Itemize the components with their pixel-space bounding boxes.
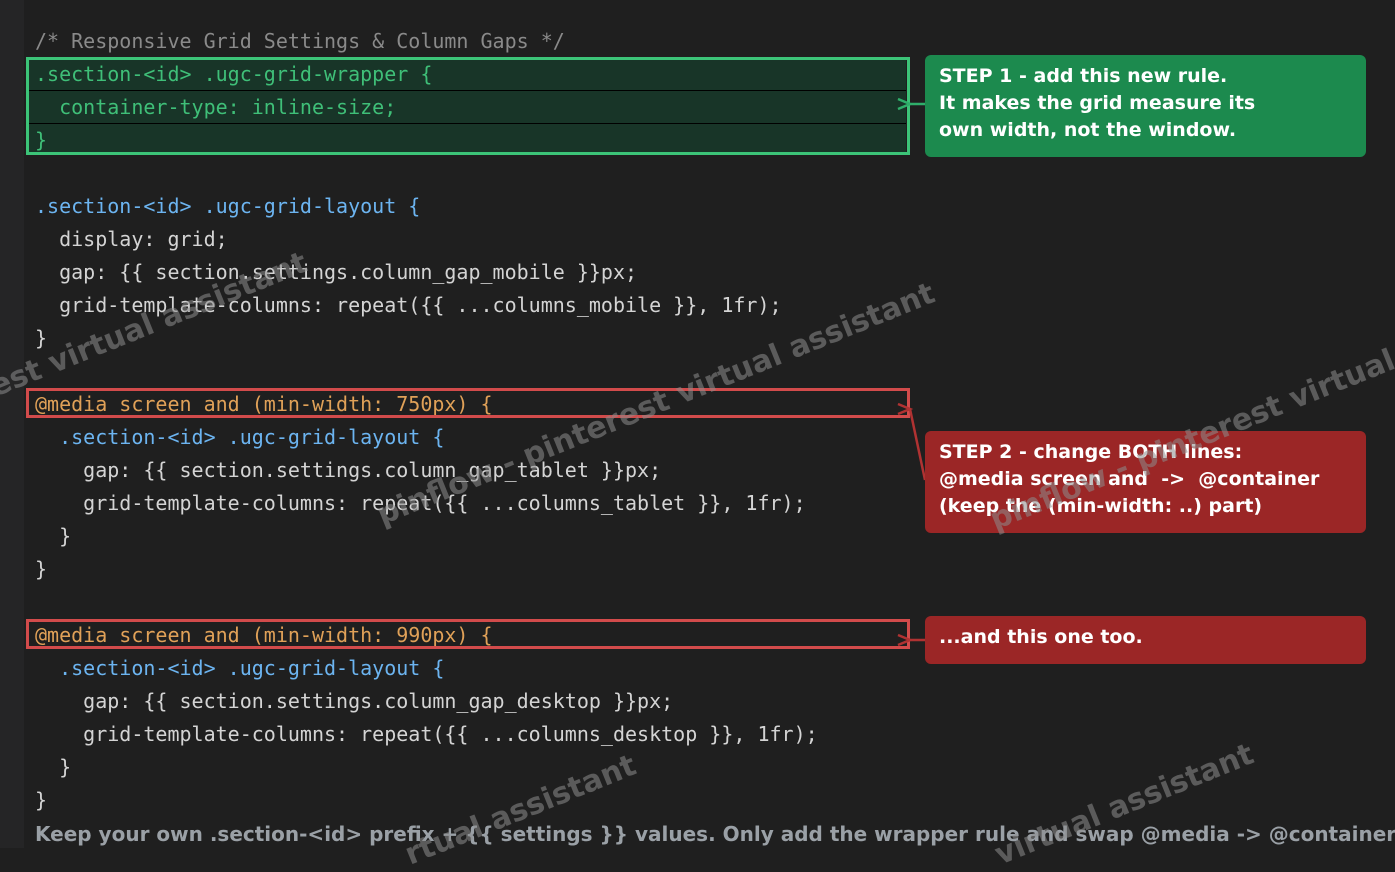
callout-line: STEP 2 - change BOTH lines: bbox=[939, 441, 1243, 463]
step2-callout: STEP 2 - change BOTH lines: @media scree… bbox=[925, 431, 1366, 533]
callout-line: STEP 1 - add this new rule. bbox=[939, 65, 1228, 87]
callout-line: own width, not the window. bbox=[939, 119, 1237, 141]
callout-line: ...and this one too. bbox=[939, 626, 1143, 648]
step3-callout: ...and this one too. bbox=[925, 616, 1366, 664]
callout-line: It makes the grid measure its bbox=[939, 92, 1256, 114]
footer-note: Keep your own .section-<id> prefix + {{ … bbox=[35, 822, 1395, 846]
callout-line: @media screen and -> @container bbox=[939, 468, 1320, 490]
step1-callout: STEP 1 - add this new rule. It makes the… bbox=[925, 55, 1366, 157]
callout-line: (keep the (min-width: ..) part) bbox=[939, 495, 1263, 517]
